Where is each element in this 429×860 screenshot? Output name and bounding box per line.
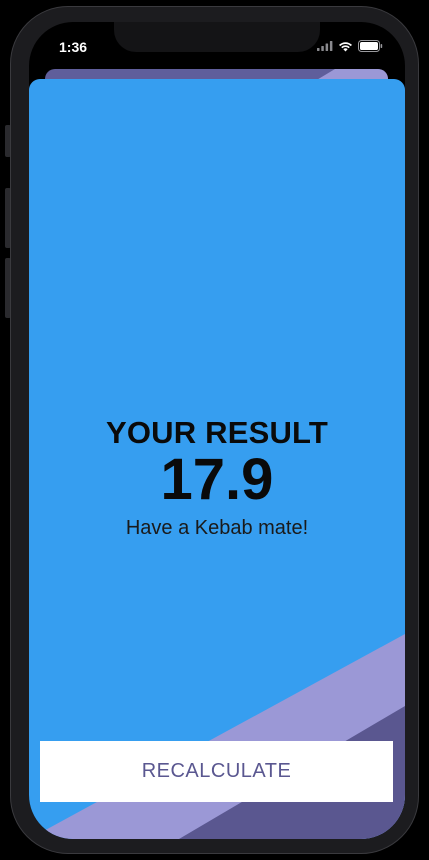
result-card: YOUR RESULT 17.9 Have a Kebab mate! RECA… <box>29 79 405 839</box>
wifi-icon <box>339 41 352 51</box>
notch <box>114 22 320 52</box>
bmi-value: 17.9 <box>160 447 274 512</box>
result-block: YOUR RESULT 17.9 Have a Kebab mate! <box>29 415 405 542</box>
recalculate-button[interactable]: RECALCULATE <box>40 741 393 802</box>
signal-icon <box>317 41 333 51</box>
screen: 1:36 YOUR RESULT 17.9 Have a Kebab mate!… <box>29 22 405 839</box>
result-title: YOUR RESULT <box>105 415 329 450</box>
result-message: Have a Kebab mate! <box>125 517 309 539</box>
phone-device: 1:36 YOUR RESULT 17.9 Have a Kebab mate!… <box>0 0 429 860</box>
status-time: 1:36 <box>59 39 88 55</box>
battery-icon <box>358 40 383 52</box>
status-icons <box>317 40 383 52</box>
